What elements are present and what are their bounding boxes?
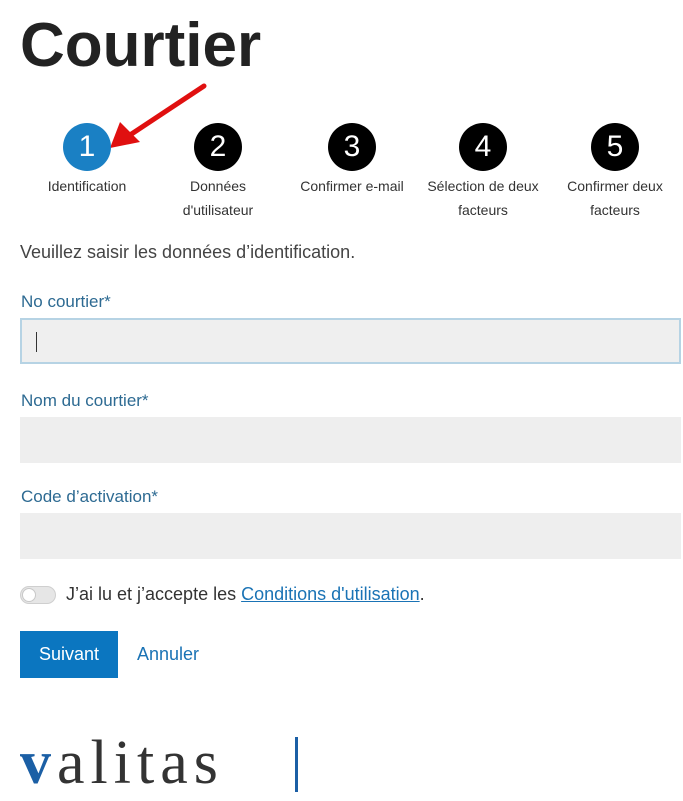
broker-name-label: Nom du courtier* [21,391,149,410]
step-user-data: 2 Données d'utilisateur [153,123,283,222]
step-number-badge: 5 [591,123,639,171]
step-number-badge: 4 [459,123,507,171]
next-button[interactable]: Suivant [20,631,118,678]
step-label: Confirmer e-mail [300,178,404,194]
logo-v: v [20,729,57,797]
terms-link[interactable]: Conditions d'utilisation [241,584,420,604]
toggle-knob [22,588,36,602]
logo-divider [295,737,298,792]
valitas-logo: valitas [20,728,224,798]
step-label: Sélection de deux facteurs [427,178,539,218]
broker-name-input[interactable] [20,417,681,463]
cancel-link[interactable]: Annuler [137,631,199,678]
step-number-badge: 1 [63,123,111,171]
broker-number-label: No courtier* [21,292,111,311]
activation-code-input[interactable] [20,513,681,559]
text-caret [36,332,37,352]
broker-number-input[interactable] [20,318,681,364]
activation-code-label: Code d’activation* [21,487,159,506]
terms-suffix: . [419,584,425,604]
step-confirm-two-factor: 5 Confirmer deux facteurs [550,123,680,222]
step-select-two-factor: 4 Sélection de deux facteurs [418,123,548,222]
step-number-badge: 3 [328,123,376,171]
step-identification: 1 Identification [22,123,152,198]
step-label: Confirmer deux facteurs [567,178,663,218]
step-number-badge: 2 [194,123,242,171]
terms-text: J’ai lu et j’accepte les Conditions d'ut… [66,584,425,605]
form-intro-text: Veuillez saisir les données d’identifica… [20,242,356,262]
page-title: Courtier [20,11,262,80]
step-label: Identification [47,178,127,194]
step-label: Données d'utilisateur [182,178,254,218]
step-confirm-email: 3 Confirmer e-mail [287,123,417,198]
terms-toggle[interactable] [20,586,56,604]
logo-rest: alitas [57,729,224,797]
terms-prefix: J’ai lu et j’accepte les [66,584,242,604]
